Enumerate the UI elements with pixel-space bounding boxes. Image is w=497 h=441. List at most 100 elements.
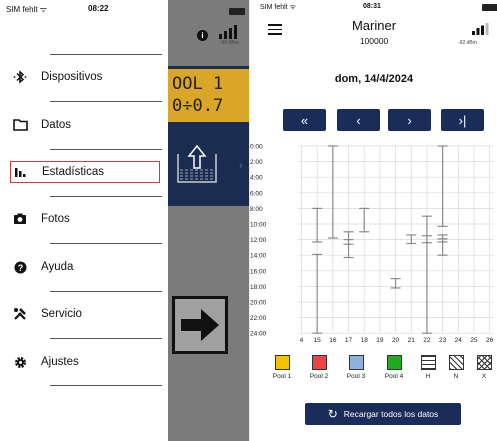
y-tick-label: 8:00 [250, 206, 263, 213]
menu-item-dispositivos[interactable]: Dispositivos [10, 66, 160, 88]
signal-strength-text: -90 dBm [220, 40, 239, 46]
legend-item-h: H [413, 355, 443, 380]
device-title: Mariner [351, 18, 397, 33]
x-tick-label: 16 [329, 337, 337, 344]
menu-divider [50, 385, 162, 386]
navigation-drawer: SIM fehlt ᯤ 08:22 Dispositivos Datos Est… [0, 0, 168, 441]
reload-label: Recargar todos los datos [343, 409, 439, 419]
lcd-line-2: 0÷0.7 [172, 96, 224, 116]
legend-swatch [386, 355, 402, 370]
bar-chart-icon [11, 164, 31, 180]
y-tick-label: 2:00 [250, 159, 263, 166]
y-tick-label: 10:00 [250, 222, 267, 229]
legend-swatch [348, 355, 364, 370]
battery-icon [229, 8, 245, 15]
legend-label: Pool 4 [384, 373, 404, 380]
status-bar: SIM fehlt ᯤ 08:22 [0, 0, 168, 20]
status-time: 08:31 [363, 3, 381, 10]
tools-icon [10, 306, 30, 322]
signal-strength-icon [472, 23, 489, 35]
arrow-right-icon [172, 296, 228, 354]
menu-item-ajustes[interactable]: Ajustes [10, 351, 160, 373]
statistics-chart: 0:00 2:00 4:00 6:00 8:00 10:00 12:00 14:00 16:00… [250, 144, 494, 344]
x-tick-label: 26 [486, 337, 494, 344]
x-tick-label: 4 [300, 337, 304, 344]
menu-item-estadisticas[interactable]: Estadísticas [10, 161, 160, 183]
menu-item-datos[interactable]: Datos [10, 114, 160, 136]
legend-label: X [481, 373, 487, 380]
info-icon[interactable]: i [197, 30, 208, 41]
menu-label: Ajustes [41, 356, 79, 368]
carrier-text: SIM fehlt ᯤ [6, 5, 48, 14]
reload-all-data-button[interactable]: ↻ Recargar todos los datos [305, 403, 461, 425]
legend-label: H [425, 373, 431, 380]
menu-label: Ayuda [41, 261, 74, 273]
legend-swatch [448, 355, 464, 370]
y-tick-label: 0:00 [250, 144, 263, 151]
background-lcd-display: OOL 1 0÷0.7 [168, 69, 249, 122]
menu-item-ayuda[interactable]: ? Ayuda [10, 256, 160, 278]
legend-item-pool-1: Pool 1 [267, 355, 297, 380]
menu-divider [50, 149, 162, 150]
legend-swatch [476, 355, 492, 370]
status-bar: SIM fehlt ᯤ 08:31 [250, 0, 497, 16]
y-tick-label: 22:00 [250, 315, 267, 322]
menu-item-fotos[interactable]: Fotos [10, 208, 160, 230]
folder-icon [10, 117, 30, 133]
x-tick-label: 21 [408, 337, 416, 344]
legend-item-pool-2: Pool 2 [304, 355, 334, 380]
legend-label: Pool 3 [346, 373, 366, 380]
y-tick-label: 14:00 [250, 253, 267, 260]
y-tick-label: 16:00 [250, 268, 267, 275]
right-screen: SIM fehlt ᯤ 08:31 Mariner 100000 -92 dBm… [249, 0, 497, 441]
lcd-line-1: OOL 1 [172, 74, 224, 94]
current-date: dom, 14/4/2024 [334, 73, 414, 85]
legend-item-pool-4: Pool 4 [379, 355, 409, 380]
gear-icon [10, 354, 30, 370]
x-tick-label: 20 [392, 337, 400, 344]
legend-label: Pool 1 [272, 373, 292, 380]
menu-divider [50, 101, 162, 102]
bluetooth-icon [10, 69, 30, 85]
legend-item-pool-3: Pool 3 [341, 355, 371, 380]
menu-divider [50, 196, 162, 197]
camera-icon [10, 211, 30, 227]
y-tick-label: 4:00 [250, 175, 263, 182]
battery-icon [482, 4, 497, 11]
x-tick-label: 17 [345, 337, 353, 344]
last-page-button[interactable]: ›| [441, 109, 484, 131]
svg-text:?: ? [17, 263, 23, 273]
help-icon: ? [10, 259, 30, 275]
signal-strength-text: -92 dBm [458, 40, 477, 46]
menu-divider [50, 291, 162, 292]
x-tick-label: 15 [314, 337, 322, 344]
x-tick-label: 19 [376, 337, 384, 344]
legend-label: N [453, 373, 459, 380]
x-tick-label: 25 [470, 337, 478, 344]
menu-label: Servicio [41, 308, 82, 320]
menu-label: Fotos [41, 213, 70, 225]
refresh-icon: ↻ [327, 407, 338, 421]
y-tick-label: 12:00 [250, 237, 267, 244]
legend-swatch [274, 355, 290, 370]
carrier-text: SIM fehlt ᯤ [260, 4, 296, 11]
x-tick-label: 24 [455, 337, 463, 344]
y-tick-label: 24:00 [250, 331, 267, 338]
y-tick-label: 20:00 [250, 300, 267, 307]
first-page-button[interactable]: « [283, 109, 326, 131]
menu-label: Datos [41, 119, 72, 131]
legend-item-x: X [469, 355, 497, 380]
menu-label: Dispositivos [41, 71, 103, 83]
x-tick-label: 18 [361, 337, 369, 344]
tank-icon [176, 142, 218, 186]
menu-item-servicio[interactable]: Servicio [10, 303, 160, 325]
next-page-button[interactable]: › [388, 109, 431, 131]
x-tick-label: 22 [423, 337, 431, 344]
menu-divider [50, 243, 162, 244]
legend-label: Pool 2 [309, 373, 329, 380]
chevron-right-icon: › [239, 160, 243, 172]
left-screen: OOL 1 0÷0.7 › i -90 dBm SIM fehlt ᯤ 08:22… [0, 0, 249, 441]
previous-page-button[interactable]: ‹ [337, 109, 380, 131]
menu-label: Estadísticas [42, 166, 104, 178]
legend-swatch [311, 355, 327, 370]
